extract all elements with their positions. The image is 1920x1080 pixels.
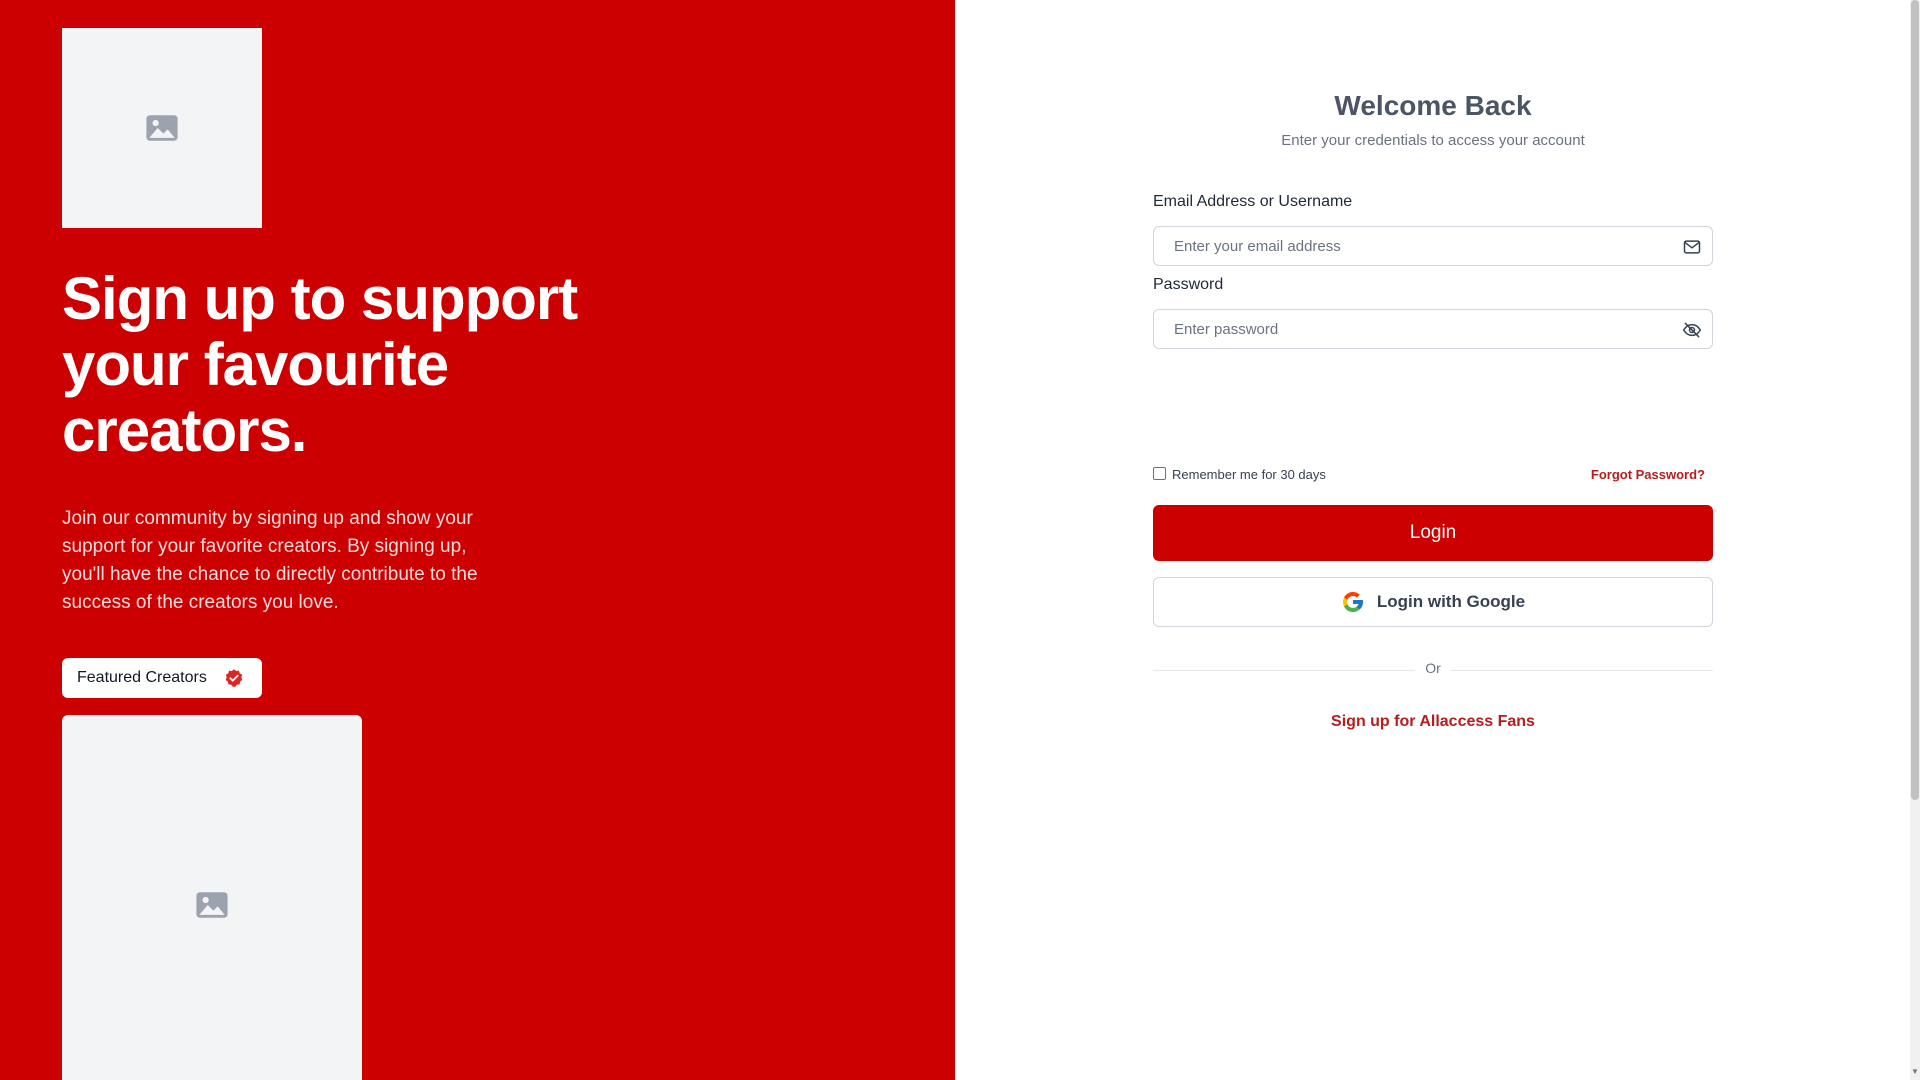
password-field[interactable] — [1154, 310, 1654, 348]
right-panel: Welcome Back Enter your credentials to a… — [955, 0, 1910, 1080]
remember-row: Remember me for 30 days Forgot Password? — [1153, 466, 1713, 486]
page-scrollbar[interactable]: ▼ — [1910, 0, 1920, 1080]
page-subtitle: Enter your credentials to access your ac… — [1281, 132, 1585, 149]
google-icon — [1342, 592, 1363, 612]
email-label: Email Address or Username — [1153, 193, 1353, 210]
left-panel: Sign up to support your favourite creato… — [0, 0, 955, 1080]
signup-link[interactable]: Sign up for Allaccess Fans — [1153, 713, 1713, 731]
hero-headline: Sign up to support your favourite creato… — [62, 265, 578, 464]
featured-creator-card[interactable] — [62, 715, 362, 1080]
page-title: Welcome Back — [1334, 90, 1532, 121]
email-field[interactable] — [1154, 227, 1654, 265]
google-login-button[interactable]: Login with Google — [1153, 577, 1713, 627]
email-field-wrapper — [1153, 226, 1713, 266]
featured-creators-badge[interactable]: Featured Creators — [62, 658, 262, 698]
google-login-label: Login with Google — [1376, 592, 1526, 611]
mail-icon — [1683, 240, 1701, 254]
scroll-down-arrow-icon[interactable]: ▼ — [1911, 1068, 1919, 1076]
password-label: Password — [1153, 276, 1224, 293]
verified-badge-icon — [225, 669, 243, 687]
password-field-wrapper — [1153, 309, 1713, 349]
login-button[interactable]: Login — [1153, 505, 1713, 561]
remember-label[interactable]: Remember me for 30 days — [1172, 467, 1326, 482]
remember-checkbox[interactable] — [1153, 467, 1166, 480]
hero-description: Join our community by signing up and sho… — [62, 508, 478, 613]
image-icon — [196, 892, 228, 918]
image-icon — [146, 115, 178, 141]
forgot-password-link[interactable]: Forgot Password? — [1591, 467, 1705, 482]
scrollbar-thumb[interactable] — [1911, 0, 1919, 800]
logo-image-placeholder — [62, 28, 262, 228]
featured-creators-label: Featured Creators — [77, 669, 207, 686]
or-divider: Or — [1425, 660, 1441, 676]
eye-off-icon[interactable] — [1682, 320, 1702, 340]
